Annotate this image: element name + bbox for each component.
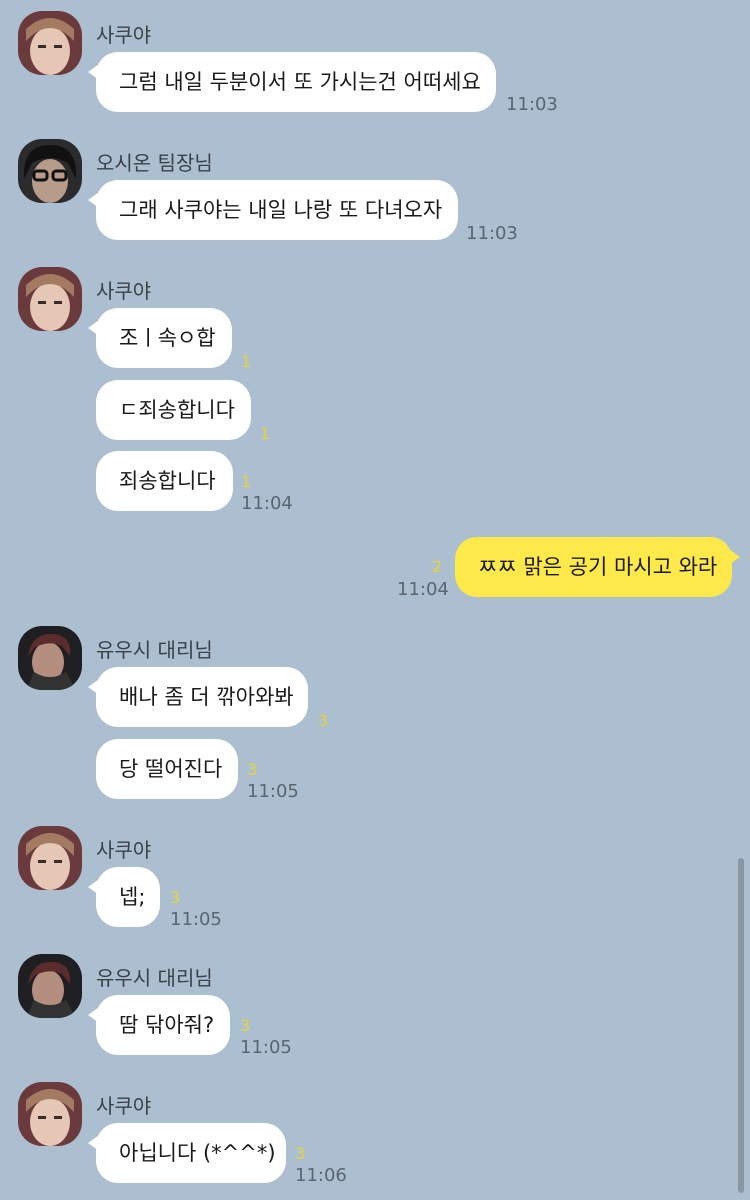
unread-count: 1 (241, 352, 252, 371)
message-bubble[interactable]: 넵; (88, 867, 160, 927)
avatar[interactable] (18, 11, 82, 75)
sender-name: 오시온 팀장님 (96, 151, 213, 175)
message-time: 11:05 (170, 909, 222, 930)
message-time: 11:03 (466, 223, 518, 244)
message-bubble[interactable]: 땀 닦아줘? (88, 995, 230, 1055)
unread-count: 1 (260, 424, 271, 443)
scrollbar[interactable] (738, 858, 744, 1193)
message-time: 11:05 (247, 781, 299, 802)
avatar[interactable] (18, 139, 82, 203)
unread-count: 1 (241, 472, 252, 491)
sender-name: 사쿠야 (96, 23, 152, 47)
avatar[interactable] (18, 826, 82, 890)
message-bubble[interactable]: 그럼 내일 두분이서 또 가시는건 어떠세요 (88, 52, 496, 112)
unread-count: 3 (247, 760, 258, 779)
sender-name: 사쿠야 (96, 1094, 152, 1118)
avatar[interactable] (18, 626, 82, 690)
message-time: 11:03 (506, 94, 558, 115)
sender-name: 유우시 대리님 (96, 638, 213, 662)
message-time: 11:06 (295, 1165, 347, 1186)
unread-count: 3 (240, 1016, 251, 1035)
my-message-bubble[interactable]: ㅉㅉ 맑은 공기 마시고 와라 (455, 537, 740, 597)
avatar[interactable] (18, 954, 82, 1018)
message-time: 11:04 (241, 493, 293, 514)
message-bubble[interactable]: 그래 사쿠야는 내일 나랑 또 다녀오자 (88, 180, 458, 240)
message-time: 11:04 (397, 579, 449, 600)
unread-count: 3 (170, 888, 181, 907)
message-bubble[interactable]: ㄷ죄송합니다 (96, 380, 251, 440)
message-bubble[interactable]: 조ㅣ속ㅇ합 (88, 308, 232, 368)
sender-name: 유우시 대리님 (96, 966, 213, 990)
message-bubble[interactable]: 아닙니다 (*^^*) (88, 1123, 286, 1183)
avatar[interactable] (18, 267, 82, 331)
unread-count: 3 (295, 1144, 306, 1163)
sender-name: 사쿠야 (96, 279, 152, 303)
sender-name: 사쿠야 (96, 838, 152, 862)
message-bubble[interactable]: 당 떨어진다 (96, 739, 238, 799)
avatar[interactable] (18, 1082, 82, 1146)
message-time: 11:05 (240, 1037, 292, 1058)
message-bubble[interactable]: 죄송합니다 (96, 451, 233, 511)
unread-count: 2 (432, 557, 443, 576)
unread-count: 3 (318, 711, 329, 730)
message-bubble[interactable]: 배나 좀 더 깎아와봐 (88, 667, 308, 727)
